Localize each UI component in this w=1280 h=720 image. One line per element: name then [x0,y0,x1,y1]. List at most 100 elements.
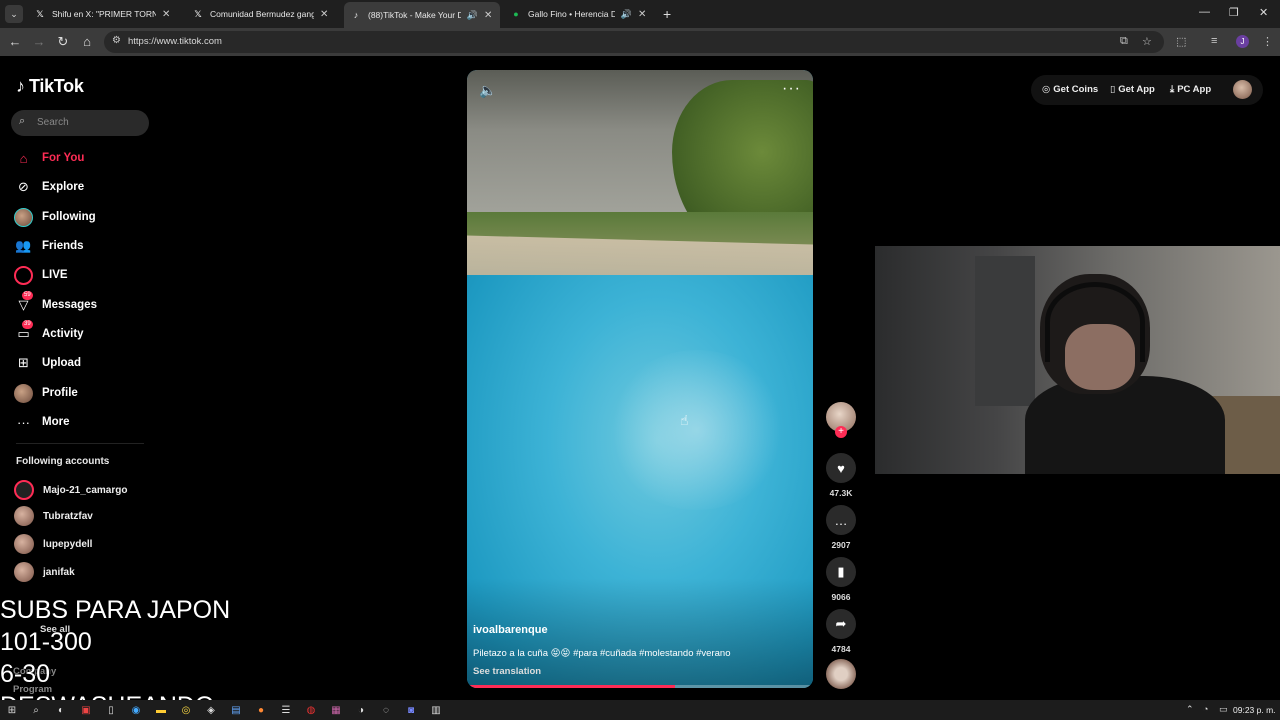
account-avatar [14,562,34,582]
follow-plus-icon[interactable]: + [835,426,847,438]
following-account[interactable]: janifak [14,562,75,582]
nav-label: Messages [42,299,97,311]
following-account[interactable]: Majo-21_camargo [14,480,127,500]
forward-icon[interactable]: → [31,34,47,49]
tab-search-button[interactable]: ⌄ [5,5,23,23]
nav-activity[interactable]: ▭ 39 Activity [14,319,164,345]
get-app-button[interactable]: ▯ Get App [1110,84,1155,95]
url-text[interactable]: https://www.tiktok.com [128,36,222,47]
chrome-icon[interactable]: ◎ [180,704,192,716]
nav-profile[interactable]: Profile [14,382,164,404]
tiktok-icon: ♪ [353,10,359,20]
pc-app-button[interactable]: ⤓ PC App [1170,84,1211,95]
get-app-label: Get App [1118,84,1155,95]
nav-live[interactable]: LIVE [14,264,164,286]
video-options-icon[interactable]: ··· [782,80,801,98]
browser-profile-avatar[interactable]: J [1236,35,1249,48]
discord-icon[interactable]: ◙ [405,704,417,716]
app-icon[interactable]: ☰ [280,704,292,716]
file-explorer-icon[interactable]: ▬ [155,704,167,716]
media-controls-icon[interactable]: ≡ [1211,35,1217,47]
webcam-background-door [975,256,1035,406]
obs-icon[interactable]: ◑ [355,704,367,716]
search-input[interactable]: ⌕ Search [11,110,149,136]
browser-tab-tiktok[interactable]: ♪ (88)TikTok - Make Your Day 🔊 ✕ [344,2,500,28]
close-tab-icon[interactable]: ✕ [320,9,330,20]
app-icon[interactable]: ◈ [205,704,217,716]
nav-more[interactable]: ··· More [14,411,164,433]
tab-title: Shifu en X: "PRIMER TORNEO G [52,9,156,19]
video-player[interactable]: 🔈 ··· ivoalbarenque Piletazo a la cuña 😝… [467,70,813,688]
browser-tab-comunidad[interactable]: 𝕏 Comunidad Bermudez gang / X ✕ [186,4,336,24]
video-author[interactable]: ivoalbarenque [473,624,548,636]
app-icon[interactable]: ▣ [80,704,92,716]
comment-icon[interactable]: … [826,505,856,535]
minimize-icon[interactable]: — [1199,6,1210,18]
close-window-icon[interactable]: ✕ [1259,6,1268,19]
tiktok-logo[interactable]: ♪ TikTok [16,76,84,97]
address-bar[interactable]: ⚙ https://www.tiktok.com [104,31,1164,53]
nav-upload[interactable]: ⊞ Upload [14,352,164,374]
app-icon[interactable]: ▥ [430,704,442,716]
home-icon[interactable]: ⌂ [79,34,95,49]
windows-start-icon[interactable]: ⊞ [6,704,18,716]
x-icon: 𝕏 [194,8,202,19]
volume-icon[interactable]: 🔈 [479,82,496,99]
taskbar-clock[interactable]: 09:23 p. m. [1233,705,1276,715]
nav-explore[interactable]: ⊘ Explore [14,176,164,198]
nav-for-you[interactable]: ⌂ For You [14,147,164,169]
reload-icon[interactable]: ↻ [55,34,71,50]
like-action[interactable]: ♥ 47.3K [826,453,856,498]
browser-tab-spotify[interactable]: ● Gallo Fino • Herencia De G 🔊 ✕ [504,4,654,24]
bookmark-star-icon[interactable]: ☆ [1142,35,1152,48]
heart-icon[interactable]: ♥ [826,453,856,483]
app-icon[interactable]: ◌ [380,704,392,716]
windows-taskbar: ⊞ ⌕ ◐ ▣ ▯ ◉ ▬ ◎ ◈ ▤ ● ☰ ◍ ▦ ◑ ◌ ◙ ▥ ⌃ ◔ … [0,700,1280,720]
nav-following[interactable]: Following [14,206,164,228]
following-account[interactable]: lupepydell [14,534,92,554]
get-coins-button[interactable]: ◎ Get Coins [1042,84,1098,95]
steam-icon[interactable]: ◐ [55,704,67,716]
install-app-icon[interactable]: ⧉ [1120,35,1128,48]
close-tab-icon[interactable]: ✕ [162,9,172,20]
webcam-overlay [875,246,1280,474]
search-icon[interactable]: ⌕ [30,704,42,716]
network-icon[interactable]: ◔ [1203,704,1208,714]
close-tab-icon[interactable]: ✕ [484,10,494,21]
save-action[interactable]: ▮ 9066 [826,557,856,602]
speaker-icon[interactable]: 🔊 [621,9,632,20]
close-tab-icon[interactable]: ✕ [638,9,648,20]
share-icon[interactable]: ➦ [826,609,856,639]
extensions-icon[interactable]: ⬚ [1176,35,1186,48]
file-icon[interactable]: ▯ [105,704,117,716]
new-tab-button[interactable]: + [663,6,671,22]
app-icon[interactable]: ▤ [230,704,242,716]
following-account[interactable]: Tubratzfav [14,506,93,526]
edge-icon[interactable]: ◉ [130,704,142,716]
see-translation-link[interactable]: See translation [473,666,541,677]
app-icon[interactable]: ● [255,704,267,716]
tray-chevron-icon[interactable]: ⌃ [1186,704,1194,715]
friends-icon: 👥 [15,238,32,253]
account-name: lupepydell [43,538,93,550]
site-info-icon[interactable]: ⚙ [112,35,121,46]
bookmark-icon[interactable]: ▮ [826,557,856,587]
music-disc-icon[interactable] [826,659,856,689]
video-progress-fill [467,685,675,688]
nav-friends[interactable]: 👥 Friends [14,235,164,257]
app-icon[interactable]: ◍ [305,704,317,716]
display-icon[interactable]: ▭ [1219,704,1228,715]
speaker-icon[interactable]: 🔊 [467,10,478,21]
restore-icon[interactable]: ❐ [1229,6,1239,19]
share-action[interactable]: ➦ 4784 [826,609,856,654]
nav-messages[interactable]: ▽ 59 Messages [14,290,164,316]
back-icon[interactable]: ← [7,34,23,49]
activity-icon: ▭ 39 [17,319,33,341]
nav-label: For You [42,152,85,164]
browser-menu-icon[interactable]: ⋮ [1262,35,1273,48]
video-progress-bar[interactable] [467,685,813,688]
app-icon[interactable]: ▦ [330,704,342,716]
browser-tab-shifu[interactable]: 𝕏 Shifu en X: "PRIMER TORNEO G ✕ [28,4,178,24]
comment-action[interactable]: … 2907 [826,505,856,550]
profile-avatar[interactable] [1233,80,1252,99]
